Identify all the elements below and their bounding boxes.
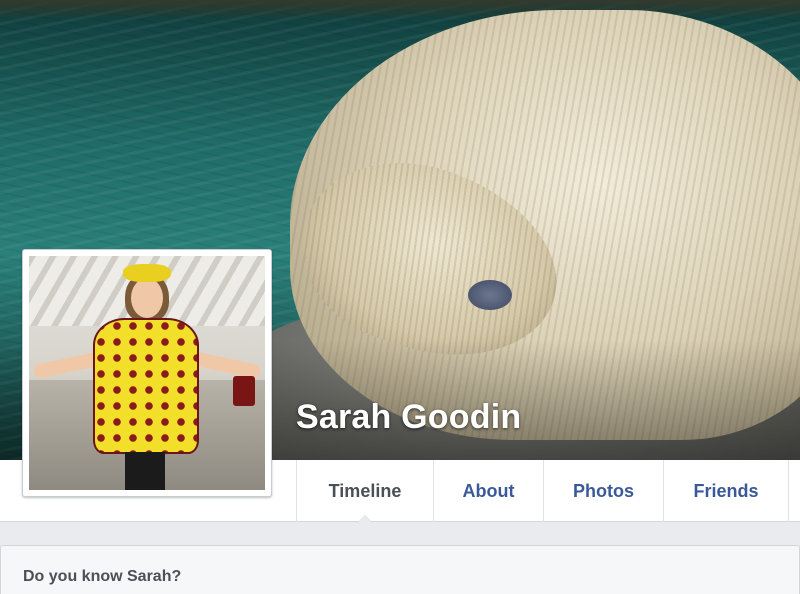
tab-about[interactable]: About (433, 460, 543, 522)
tab-timeline-label: Timeline (328, 480, 402, 501)
photo-bow (123, 264, 171, 282)
photo-polka-dot-dress (93, 318, 199, 454)
profile-page: Sarah Goodin Timeline About Photos Frien… (0, 0, 800, 594)
polar-bear-paw-pad (468, 280, 512, 310)
know-person-panel: Do you know Sarah? (0, 545, 800, 594)
tab-friends[interactable]: Friends (663, 460, 789, 522)
tab-photos[interactable]: Photos (543, 460, 663, 522)
active-tab-caret-icon (357, 515, 373, 523)
profile-picture-frame[interactable] (22, 249, 272, 497)
tab-timeline[interactable]: Timeline (296, 460, 433, 523)
photo-purse (233, 376, 255, 406)
tab-about-label: About (462, 480, 515, 501)
tab-friends-label: Friends (693, 480, 759, 501)
profile-picture[interactable] (29, 256, 265, 490)
photo-face (131, 278, 163, 318)
photo-legs (125, 452, 165, 490)
profile-name[interactable]: Sarah Goodin (296, 398, 521, 437)
tab-photos-label: Photos (573, 480, 634, 501)
profile-tabs: Timeline About Photos Friends (296, 460, 789, 523)
know-person-title: Do you know Sarah? (23, 568, 182, 585)
